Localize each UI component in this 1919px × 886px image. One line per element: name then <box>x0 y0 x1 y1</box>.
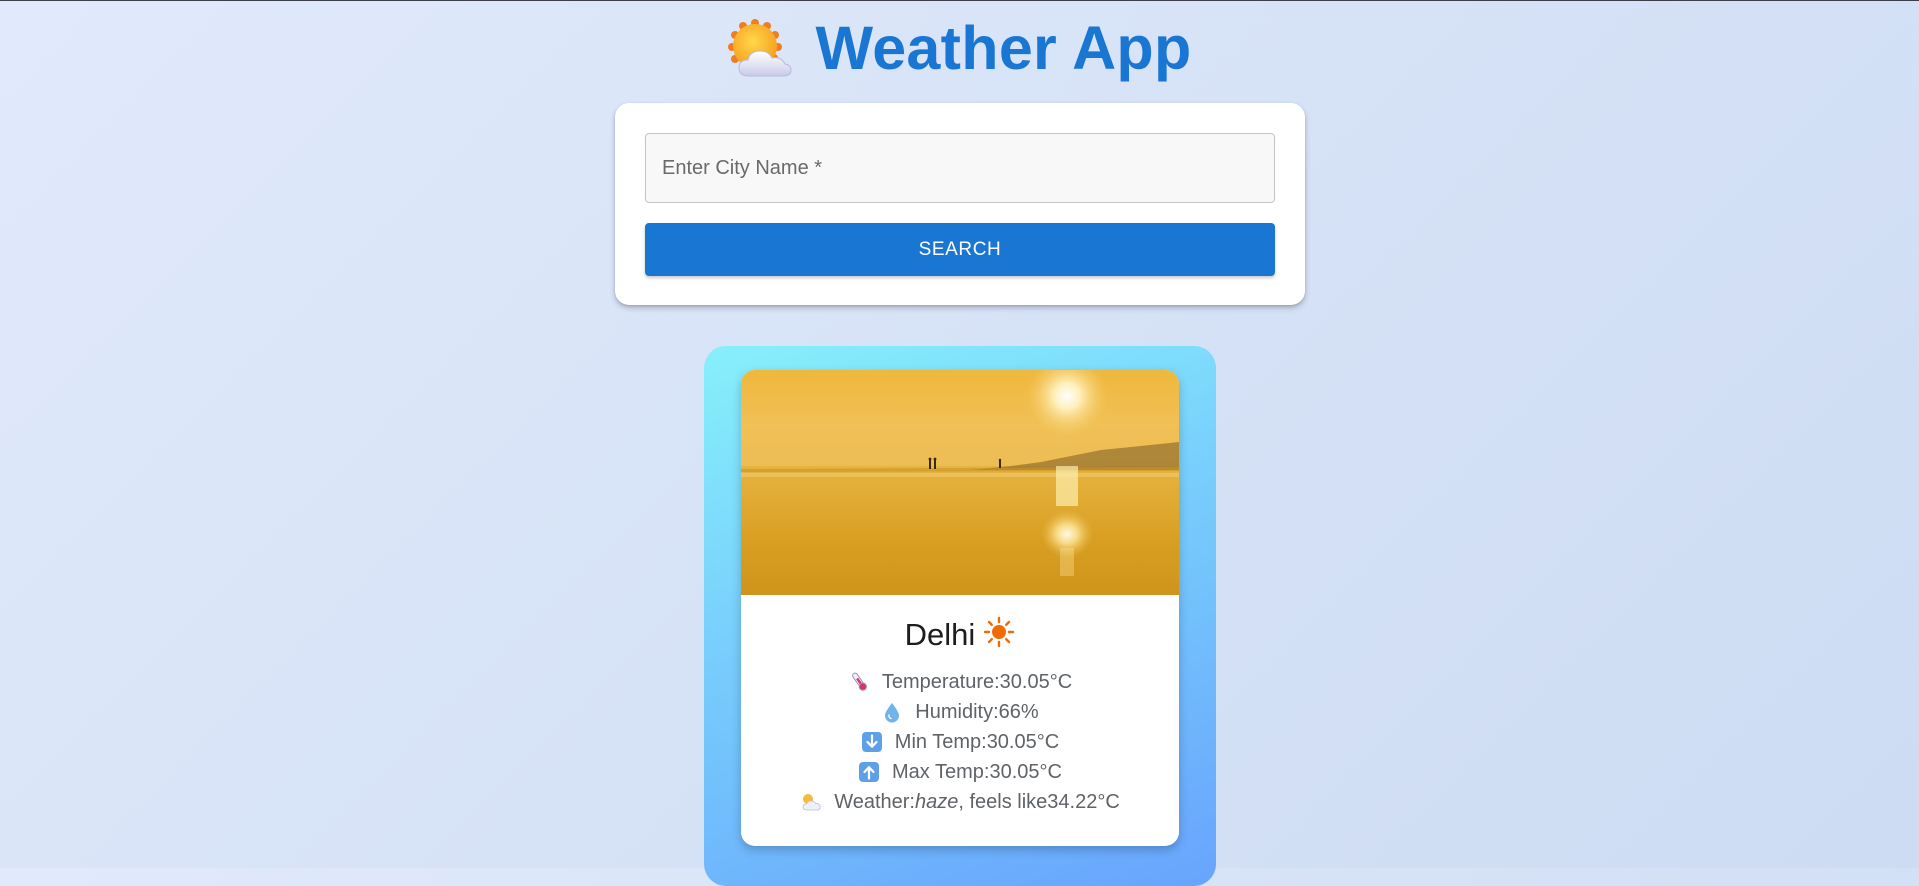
max-temp-value: 30.05°C <box>989 760 1062 783</box>
result-container: Delhi Temperature: 30.05°C Humidity: 66%… <box>704 346 1216 886</box>
temperature-value: 30.05°C <box>999 670 1073 693</box>
sun-behind-cloud-icon <box>728 19 792 77</box>
max-temp-line: Max Temp: 30.05°C <box>741 757 1179 787</box>
humidity-line: Humidity: 66% <box>741 697 1179 727</box>
temperature-line: Temperature: 30.05°C <box>741 667 1179 697</box>
weather-card: Delhi Temperature: 30.05°C Humidity: 66%… <box>741 370 1179 846</box>
city-heading: Delhi <box>741 615 1179 655</box>
page-title: Weather App <box>815 14 1192 82</box>
sun-behind-cloud-icon <box>802 794 821 811</box>
city-name: Delhi <box>904 617 976 652</box>
weather-description: haze <box>914 790 959 813</box>
hazy-sunset-beach-photo <box>741 370 1179 595</box>
feels-like-label: , feels like <box>958 790 1048 813</box>
sun-icon <box>984 616 1015 648</box>
city-search-input[interactable] <box>645 133 1275 203</box>
temperature-label: Temperature: <box>881 670 1000 693</box>
droplet-icon <box>885 703 900 723</box>
min-temp-line: Min Temp: 30.05°C <box>741 727 1179 757</box>
thermometer-icon <box>851 672 867 691</box>
min-temp-value: 30.05°C <box>986 730 1060 753</box>
max-temp-label: Max Temp: <box>892 760 990 783</box>
humidity-value: 66% <box>998 700 1039 723</box>
humidity-label: Humidity: <box>915 700 999 723</box>
feels-like-value: 34.22°C <box>1047 790 1120 813</box>
min-temp-label: Min Temp: <box>894 730 987 753</box>
weather-details: Temperature: 30.05°C Humidity: 66% Min T… <box>741 667 1179 817</box>
up-arrow-icon <box>859 762 880 782</box>
weather-label: Weather: <box>834 790 915 813</box>
search-button[interactable]: SEARCH <box>645 223 1275 276</box>
search-card: SEARCH <box>615 103 1305 305</box>
app-header: Weather App <box>0 13 1919 83</box>
down-arrow-icon <box>861 732 882 752</box>
weather-line: Weather: haze, feels like 34.22°C <box>741 787 1179 817</box>
